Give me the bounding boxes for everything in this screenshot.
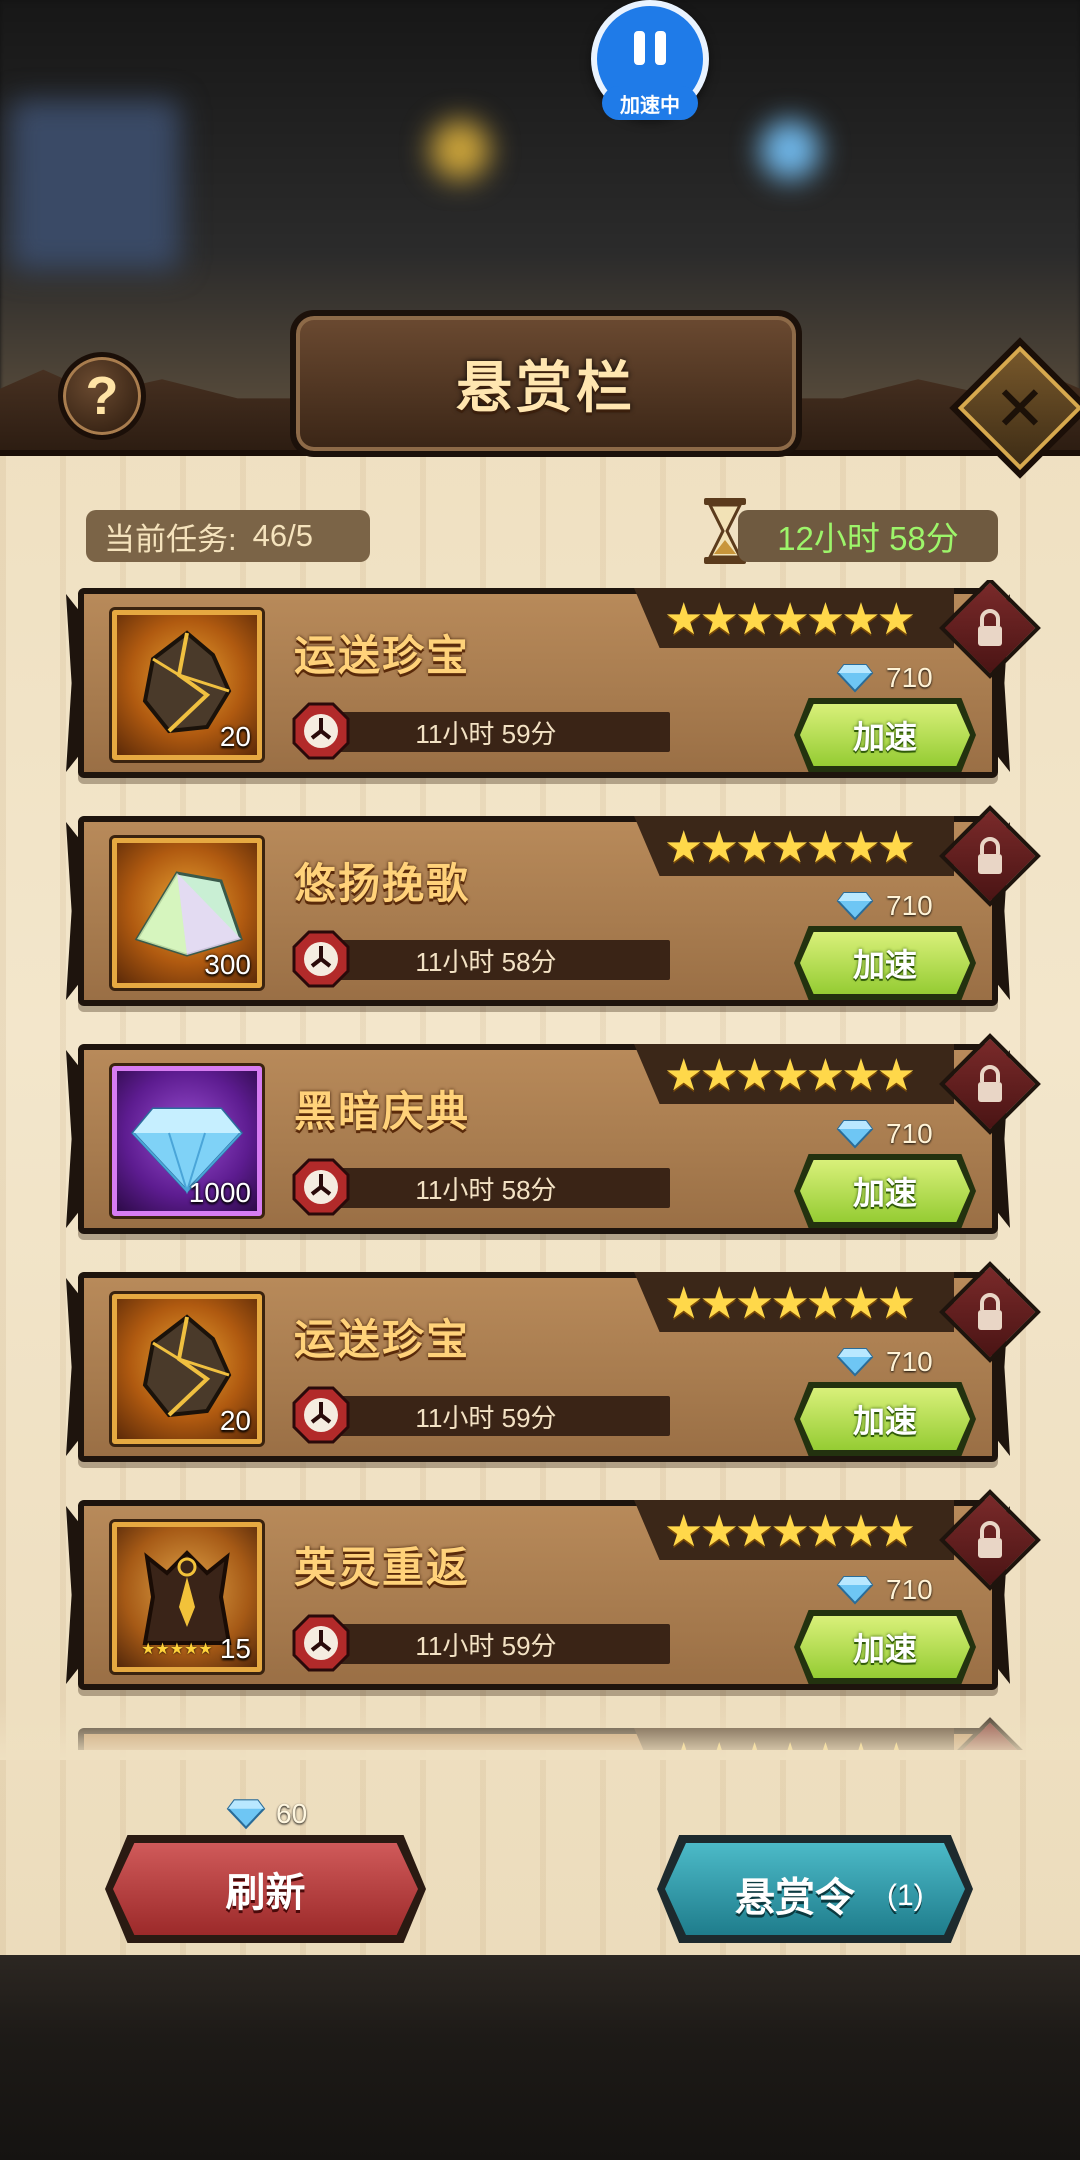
- bounty-title: 黑暗庆典: [294, 1088, 471, 1135]
- star-rating: ★★★★★★★: [664, 1506, 916, 1556]
- bounty-title: 运送珍宝: [294, 1316, 471, 1363]
- gem-cost: 710: [836, 890, 933, 922]
- speed-status-label: 加速中: [602, 86, 698, 120]
- reward-quantity: 1000: [188, 1177, 251, 1208]
- gem-cost: 710: [836, 662, 933, 694]
- bounty-title: 英灵重返: [294, 1544, 471, 1591]
- title-plate: 悬赏栏: [290, 310, 802, 457]
- bounty-timer: 11小时 59分: [302, 712, 670, 752]
- gem-icon: [836, 892, 874, 921]
- lock-icon[interactable]: [954, 820, 1026, 892]
- refresh-timer: 12小时 58分: [738, 510, 998, 562]
- gem-icon: [836, 1576, 874, 1605]
- bounty-card[interactable]: 20 运送珍宝 ★★★★★★★ 710 11小时 59分 加速: [66, 1261, 1041, 1462]
- bounty-token-label: 悬赏令: [735, 1876, 855, 1920]
- clock-icon: [292, 702, 350, 760]
- lock-icon[interactable]: [954, 1504, 1026, 1576]
- reward-quantity: 15: [219, 1633, 251, 1664]
- bounty-card[interactable]: 1000 黑暗庆典 ★★★★★★★ 710 11小时 58分 加速: [66, 1033, 1041, 1234]
- current-task-label: 当前任务:: [104, 521, 237, 557]
- hero-star-rating: ★★★★★: [141, 1641, 213, 1658]
- star-rating: ★★★★★★★: [664, 1050, 916, 1100]
- reward-item-slot[interactable]: 300: [112, 838, 262, 988]
- close-button[interactable]: ✕: [970, 358, 1070, 458]
- panel-title: 悬赏栏: [456, 356, 636, 419]
- refresh-button[interactable]: 刷新: [113, 1843, 418, 1935]
- bounty-list[interactable]: 20 运送珍宝 ★★★★★★★ 710 11小时 59分 加速 300 悠扬挽歌…: [0, 580, 1080, 1750]
- refresh-cost: 60: [226, 1798, 307, 1830]
- reward-item-slot[interactable]: 20: [112, 610, 262, 760]
- blurred-gem-icon: [760, 120, 820, 180]
- list-fade: [0, 1700, 1080, 1760]
- speed-up-button[interactable]: 加速: [800, 1616, 970, 1678]
- speed-up-button[interactable]: 加速: [800, 1388, 970, 1450]
- pause-icon: [634, 31, 645, 65]
- gem-cost: 710: [836, 1118, 933, 1150]
- bounty-title: 悠扬挽歌: [294, 860, 471, 907]
- reward-quantity: 20: [219, 721, 251, 752]
- reward-item-slot[interactable]: 1000: [112, 1066, 262, 1216]
- bounty-token-button[interactable]: 悬赏令 (1): [665, 1843, 965, 1935]
- gem-icon: [226, 1799, 266, 1830]
- speed-up-button[interactable]: 加速: [800, 704, 970, 766]
- speed-up-button[interactable]: 加速: [800, 932, 970, 994]
- help-button[interactable]: ?: [58, 352, 146, 440]
- bounty-token-count: (1): [887, 1879, 924, 1912]
- gem-icon: [836, 1120, 874, 1149]
- bounty-timer: 11小时 58分: [302, 940, 670, 980]
- lock-icon[interactable]: [954, 592, 1026, 664]
- bounty-timer: 11小时 59分: [302, 1624, 670, 1664]
- clock-icon: [292, 1614, 350, 1672]
- gem-cost: 710: [836, 1346, 933, 1378]
- reward-quantity: 20: [219, 1405, 251, 1436]
- blurred-coin-icon: [430, 120, 490, 180]
- current-task-box: 当前任务: 46/5: [86, 510, 370, 562]
- clock-icon: [292, 930, 350, 988]
- reward-item-slot[interactable]: 20: [112, 1294, 262, 1444]
- reward-item-slot[interactable]: ★★★★★ 15: [112, 1522, 262, 1672]
- gem-icon: [836, 1348, 874, 1377]
- bounty-title: 运送珍宝: [294, 632, 471, 679]
- current-task-value: 46/5: [252, 518, 313, 553]
- star-rating: ★★★★★★★: [664, 594, 916, 644]
- gem-icon: [836, 664, 874, 693]
- lock-icon[interactable]: [954, 1048, 1026, 1120]
- bounty-card[interactable]: ★★★★★ 15 英灵重返 ★★★★★★★ 710 11小时 59分 加速: [66, 1489, 1041, 1690]
- gem-cost: 710: [836, 1574, 933, 1606]
- blurred-avatar: [10, 100, 180, 270]
- bounty-timer: 11小时 58分: [302, 1168, 670, 1208]
- reward-quantity: 300: [204, 949, 251, 980]
- bounty-card[interactable]: 300 悠扬挽歌 ★★★★★★★ 710 11小时 58分 加速: [66, 805, 1041, 1006]
- clock-icon: [292, 1158, 350, 1216]
- star-rating: ★★★★★★★: [664, 822, 916, 872]
- speed-up-button[interactable]: 加速: [800, 1160, 970, 1222]
- clock-icon: [292, 1386, 350, 1444]
- lock-icon[interactable]: [954, 1276, 1026, 1348]
- bounty-card[interactable]: 20 运送珍宝 ★★★★★★★ 710 11小时 59分 加速: [66, 580, 1041, 778]
- bounty-timer: 11小时 59分: [302, 1396, 670, 1436]
- star-rating: ★★★★★★★: [664, 1278, 916, 1328]
